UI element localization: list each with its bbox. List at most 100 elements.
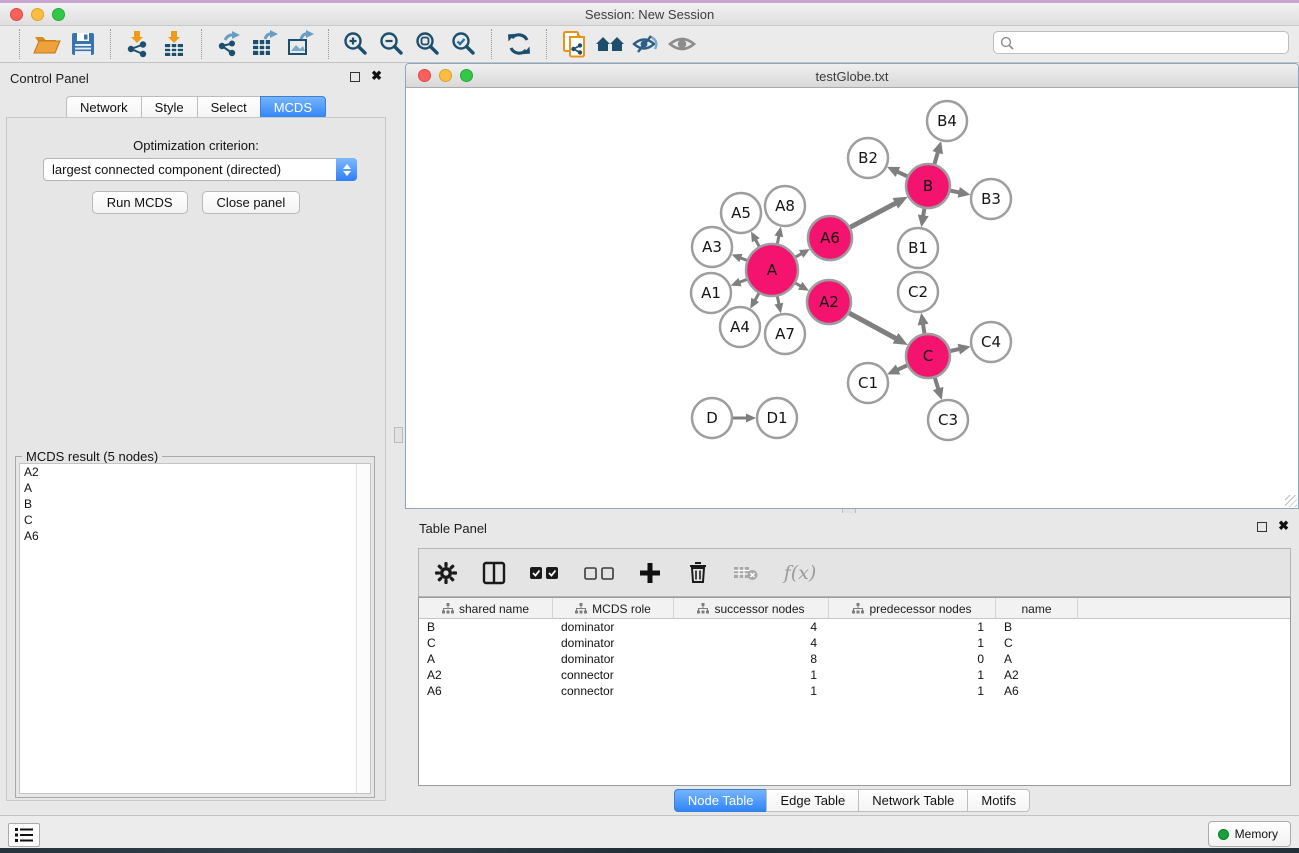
graph-node-A8[interactable]: A8	[765, 186, 805, 226]
refresh-button[interactable]	[501, 28, 537, 60]
tab-motifs[interactable]: Motifs	[967, 789, 1030, 812]
run-mcds-button[interactable]: Run MCDS	[92, 191, 188, 214]
apply-function-button[interactable]: f(x)	[781, 560, 819, 586]
column-header-predecessor-nodes[interactable]: predecessor nodes	[829, 598, 996, 619]
close-table-panel-icon[interactable]: ✖	[1278, 519, 1289, 533]
table-row[interactable]: A6connector11A6	[419, 683, 1290, 699]
node-label: A5	[731, 204, 751, 222]
graph-node-C2[interactable]: C2	[898, 272, 938, 312]
first-neighbors-button[interactable]	[592, 28, 628, 60]
graph-node-A[interactable]: A	[746, 244, 798, 296]
graph-edge-A2-C[interactable]	[849, 313, 897, 339]
graph-node-A7[interactable]: A7	[765, 314, 805, 354]
graph-node-A1[interactable]: A1	[691, 273, 731, 313]
mcds-result-item[interactable]: A2	[20, 464, 370, 480]
zoom-out-button[interactable]	[374, 28, 410, 60]
criterion-value: largest connected component (directed)	[44, 162, 336, 177]
delete-table-button[interactable]	[733, 560, 759, 586]
table-row[interactable]: Adominator80A	[419, 651, 1290, 667]
import-table-button[interactable]	[156, 28, 192, 60]
tab-style[interactable]: Style	[141, 96, 198, 119]
tab-mcds[interactable]: MCDS	[260, 96, 326, 119]
table-cell: C	[996, 635, 1078, 651]
zoom-fit-button[interactable]	[410, 28, 446, 60]
export-table-button[interactable]	[247, 28, 283, 60]
tab-edge-table[interactable]: Edge Table	[766, 789, 859, 812]
export-image-button[interactable]	[283, 28, 319, 60]
graph-node-C3[interactable]: C3	[928, 400, 968, 440]
graph-node-B2[interactable]: B2	[848, 138, 888, 178]
float-table-panel-icon[interactable]	[1257, 522, 1267, 532]
tab-select[interactable]: Select	[197, 96, 261, 119]
tab-node-table[interactable]: Node Table	[674, 789, 768, 812]
column-header-name[interactable]: name	[996, 598, 1078, 619]
toolbar-separator	[328, 29, 329, 59]
delete-column-button[interactable]	[685, 560, 711, 586]
copy-network-button[interactable]	[556, 28, 592, 60]
graph-edge-B-B4[interactable]	[934, 151, 938, 164]
tab-network[interactable]: Network	[66, 96, 142, 119]
graph-node-A2[interactable]: A2	[807, 280, 851, 324]
zoom-selected-button[interactable]	[446, 28, 482, 60]
float-panel-icon[interactable]	[350, 72, 360, 82]
deselect-all-button[interactable]	[583, 560, 615, 586]
graph-node-A5[interactable]: A5	[721, 193, 761, 233]
export-network-icon	[215, 30, 243, 58]
node-label: D	[706, 409, 718, 427]
graph-node-A3[interactable]: A3	[692, 227, 732, 267]
table-cell: dominator	[553, 635, 674, 651]
search-field[interactable]	[993, 31, 1289, 54]
delete-table-icon	[733, 564, 759, 582]
search-input[interactable]	[1014, 34, 1288, 52]
hide-selected-button[interactable]	[628, 28, 664, 60]
task-history-button[interactable]	[8, 823, 40, 847]
table-row[interactable]: A2connector11A2	[419, 667, 1290, 683]
graph-node-D1[interactable]: D1	[757, 398, 797, 438]
table-row[interactable]: Cdominator41C	[419, 635, 1290, 651]
graph-node-A4[interactable]: A4	[720, 307, 760, 347]
table-row[interactable]: Bdominator41B	[419, 619, 1290, 635]
column-header-successor-nodes[interactable]: successor nodes	[674, 598, 829, 619]
select-all-button[interactable]	[529, 560, 561, 586]
open-file-button[interactable]	[29, 28, 65, 60]
scrollbar-track[interactable]	[356, 464, 370, 793]
graph-node-C4[interactable]: C4	[971, 322, 1011, 362]
graph-node-B4[interactable]: B4	[927, 101, 967, 141]
import-table-icon	[161, 30, 187, 58]
import-network-button[interactable]	[120, 28, 156, 60]
column-header-shared-name[interactable]: shared name	[419, 598, 553, 619]
resize-grip[interactable]	[1285, 495, 1297, 507]
task-list-icon	[15, 827, 33, 843]
close-panel-button[interactable]: Close panel	[202, 191, 301, 214]
add-column-button[interactable]	[637, 560, 663, 586]
memory-button[interactable]: Memory	[1208, 821, 1291, 847]
mcds-result-item[interactable]: A	[20, 480, 370, 496]
criterion-select[interactable]: largest connected component (directed)	[43, 158, 357, 181]
graph-node-B[interactable]: B	[906, 164, 950, 208]
show-column-button[interactable]	[481, 560, 507, 586]
mcds-result-list[interactable]: A2ABCA6	[19, 463, 371, 794]
graph-node-C[interactable]: C	[906, 334, 950, 378]
close-panel-icon[interactable]: ✖	[371, 69, 382, 83]
vertical-splitter-handle[interactable]	[394, 427, 403, 443]
show-all-button[interactable]	[664, 28, 700, 60]
graph-node-B1[interactable]: B1	[898, 228, 938, 268]
graph-edge-A6-B[interactable]	[850, 202, 897, 227]
mcds-result-title: MCDS result (5 nodes)	[22, 449, 162, 464]
graph-node-C1[interactable]: C1	[848, 363, 888, 403]
memory-status-icon	[1218, 829, 1229, 840]
mcds-result-item[interactable]: B	[20, 496, 370, 512]
column-header-MCDS-role[interactable]: MCDS role	[553, 598, 674, 619]
graph-node-D[interactable]: D	[692, 398, 732, 438]
mcds-result-item[interactable]: A6	[20, 528, 370, 544]
save-session-button[interactable]	[65, 28, 101, 60]
graph-node-B3[interactable]: B3	[971, 179, 1011, 219]
table-settings-button[interactable]	[433, 560, 459, 586]
export-network-button[interactable]	[211, 28, 247, 60]
zoom-out-icon	[379, 31, 405, 57]
tab-network-table[interactable]: Network Table	[858, 789, 968, 812]
graph-node-A6[interactable]: A6	[808, 216, 852, 260]
mcds-result-item[interactable]: C	[20, 512, 370, 528]
network-canvas[interactable]: B4 B2 B B3 A8 A5 A6 A3 B1 A A1 C2 A2 A4A7 C4 C C1 C3 D D1	[406, 88, 1298, 508]
zoom-in-button[interactable]	[338, 28, 374, 60]
